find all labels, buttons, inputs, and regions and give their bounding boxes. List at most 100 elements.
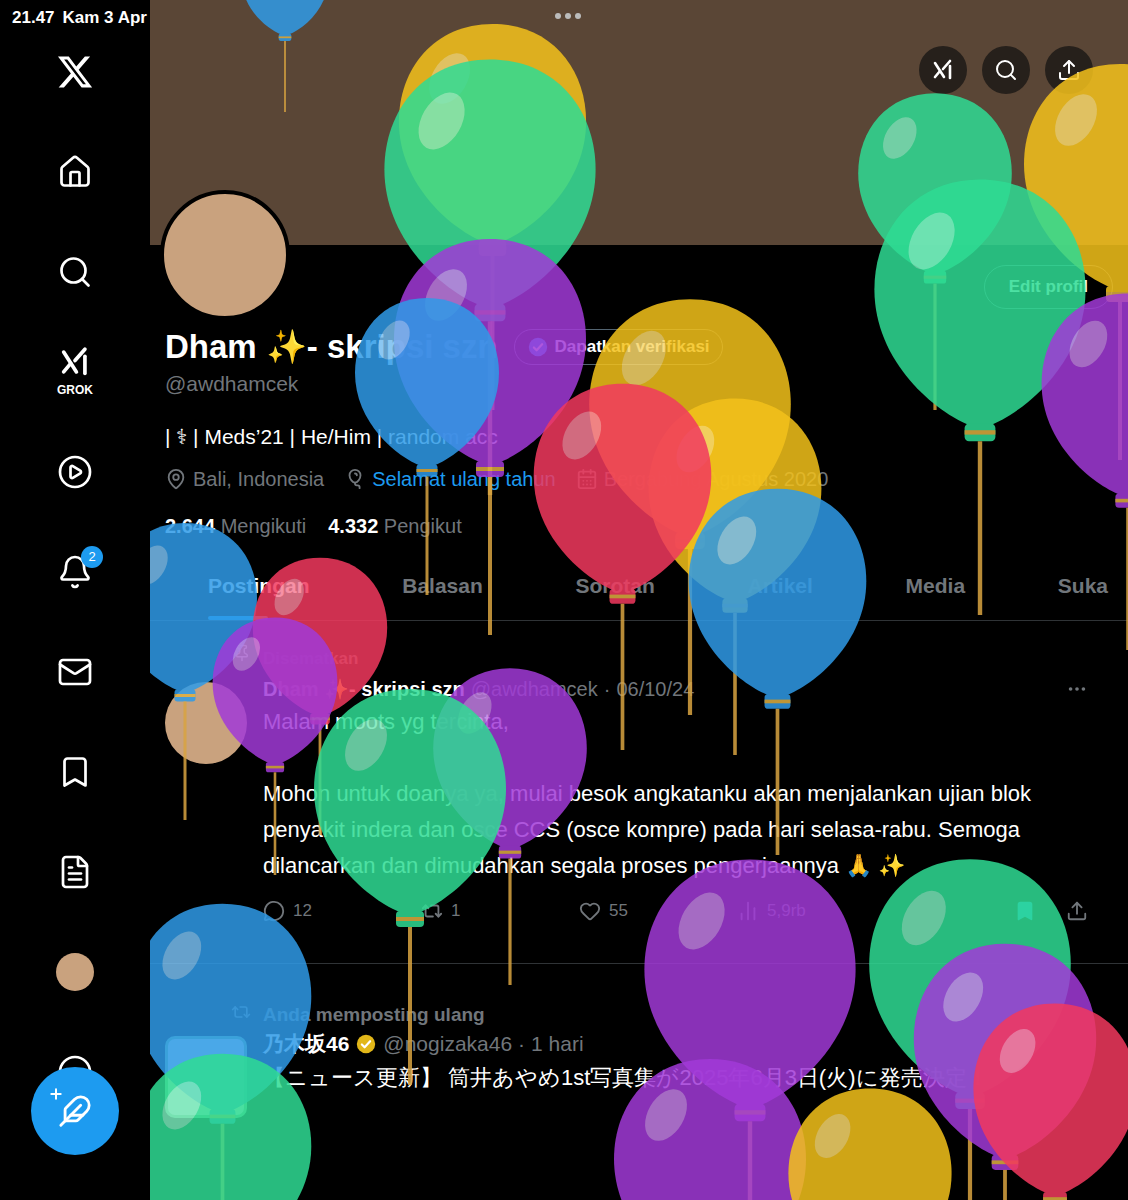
grok-nav[interactable]: GROK [0, 322, 150, 422]
repost-icon [421, 900, 443, 922]
views-icon [737, 900, 759, 922]
post[interactable]: Anda memposting ulang乃木坂46@nogizaka46·1 … [150, 964, 1128, 1118]
balloon-icon [210, 615, 340, 875]
profile-joined: Bergabung Agustus 2020 [576, 464, 829, 494]
post-handle: @nogizaka46 [383, 1028, 512, 1060]
grok-button[interactable] [919, 46, 967, 94]
share-icon[interactable] [1066, 900, 1088, 922]
bookmarks-nav[interactable] [0, 722, 150, 822]
balloon-icon [530, 380, 715, 750]
verified-icon [527, 336, 549, 358]
post-author[interactable]: 乃木坂46 [263, 1028, 349, 1060]
top-dots [555, 13, 581, 19]
play-icon[interactable] [57, 454, 93, 490]
profile-tab[interactable]: Suka [1058, 551, 1108, 620]
main-column: Edit profil Dham ✨- skripsi szn Dapatkan v… [150, 0, 1128, 1200]
location-icon [165, 468, 187, 490]
post-avatar[interactable] [165, 1036, 247, 1118]
notification-badge: 2 [81, 546, 103, 568]
profile-avatar[interactable] [56, 953, 94, 991]
balloon-icon [1020, 60, 1128, 460]
compose-button[interactable] [31, 1067, 119, 1155]
post-author[interactable]: Dham ✨- skripsi szn [263, 674, 465, 704]
pin-icon [233, 644, 251, 662]
search-icon [994, 58, 1018, 82]
balloon-icon [380, 55, 600, 495]
notifications-nav[interactable]: 2 [0, 522, 150, 622]
home-nav[interactable] [0, 122, 150, 222]
post-context: Disematkan [263, 644, 358, 674]
bookmark-icon[interactable] [1014, 900, 1036, 922]
post-avatar[interactable] [165, 682, 247, 764]
x-logo[interactable] [0, 22, 150, 122]
reply-icon [263, 900, 285, 922]
post[interactable]: DisematkanDham ✨- skripsi szn@awdhamcek·… [150, 621, 1128, 964]
list-icon[interactable] [57, 854, 93, 890]
reply-button[interactable]: 12 [263, 898, 421, 924]
balloon-icon [150, 520, 260, 820]
profile-tabs: Postingan Balasan Sorotan Artikel Media Suka [150, 551, 1128, 621]
balloon-icon [150, 1050, 315, 1200]
feather-icon [58, 1094, 92, 1128]
balloon-icon [150, 900, 315, 1200]
balloon-icon [610, 1055, 810, 1200]
balloon-icon [430, 665, 590, 985]
plus-icon [48, 1086, 64, 1102]
balloon-icon [390, 235, 590, 635]
balloon-icon [685, 485, 870, 855]
status-bar: 21.47Kam 3 Apr [12, 5, 147, 31]
verified-icon [355, 1033, 377, 1055]
x-logo-icon[interactable] [56, 53, 94, 91]
profile-tab[interactable]: Balasan [402, 551, 483, 620]
repost-button[interactable]: 1 [421, 898, 579, 924]
share-button[interactable] [1045, 46, 1093, 94]
post-text: 【ニュース更新】 筒井あやめ1st写真集が2025年6月3日(火)に発売決定！ [263, 1060, 1088, 1096]
share-icon [1057, 58, 1081, 82]
video-nav[interactable] [0, 422, 150, 522]
calendar-icon [576, 468, 598, 490]
balloon-icon [344, 468, 366, 490]
views-button[interactable]: 5,9rb [737, 898, 895, 924]
lists-nav[interactable] [0, 822, 150, 922]
followers-count[interactable]: 4.332 Pengikut [328, 511, 461, 541]
post-text: Malam moots yg tercinta, Mohon untuk doa… [263, 704, 1088, 884]
balloon-icon [855, 90, 1015, 410]
messages-nav[interactable] [0, 622, 150, 722]
mail-icon[interactable] [57, 654, 93, 690]
balloon-icon [240, 0, 330, 112]
bookmark-icon[interactable] [57, 754, 93, 790]
balloon-icon [585, 295, 795, 715]
status-date: Kam 3 Apr [63, 5, 147, 31]
profile-avatar [160, 190, 290, 320]
home-icon[interactable] [57, 154, 93, 190]
profile-tab[interactable]: Artikel [748, 551, 813, 620]
balloon-icon [395, 20, 590, 410]
profile-tab[interactable]: Sorotan [575, 551, 654, 620]
search-nav[interactable] [0, 222, 150, 322]
verify-button[interactable]: Dapatkan verifikasi [514, 329, 723, 365]
balloon-overlay [150, 0, 1128, 1200]
more-icon[interactable] [1066, 678, 1088, 700]
post-time: 06/10/24 [616, 674, 694, 704]
search-button[interactable] [982, 46, 1030, 94]
balloon-icon [910, 940, 1100, 1200]
grok-icon[interactable] [931, 58, 955, 82]
profile-tab[interactable]: Postingan [208, 551, 310, 620]
search-icon[interactable] [57, 254, 93, 290]
like-button[interactable]: 55 [579, 898, 737, 924]
profile-tab[interactable]: Media [906, 551, 966, 620]
post-time: 1 hari [531, 1028, 584, 1060]
repost-icon [231, 1002, 251, 1022]
profile-birthday: Selamat ulang tahun [344, 464, 555, 494]
balloon-icon [250, 555, 390, 835]
balloon-icon [970, 1000, 1128, 1200]
app: 21.47Kam 3 Apr GROK 2 Edit profil Dham ✨- sk… [0, 0, 1128, 1200]
balloon-icon [785, 1085, 955, 1200]
edit-profile-button[interactable]: Edit profil [984, 265, 1113, 309]
profile-header: Edit profilDham ✨- skripsi sznDapatkan v… [150, 245, 1128, 541]
profile-nav[interactable] [0, 922, 150, 1022]
grok-icon[interactable] [58, 345, 92, 379]
balloon-icon [310, 685, 510, 1085]
post-actions: 121555,9rb [263, 896, 1088, 926]
following-count[interactable]: 2.644 Mengikuti [165, 511, 306, 541]
